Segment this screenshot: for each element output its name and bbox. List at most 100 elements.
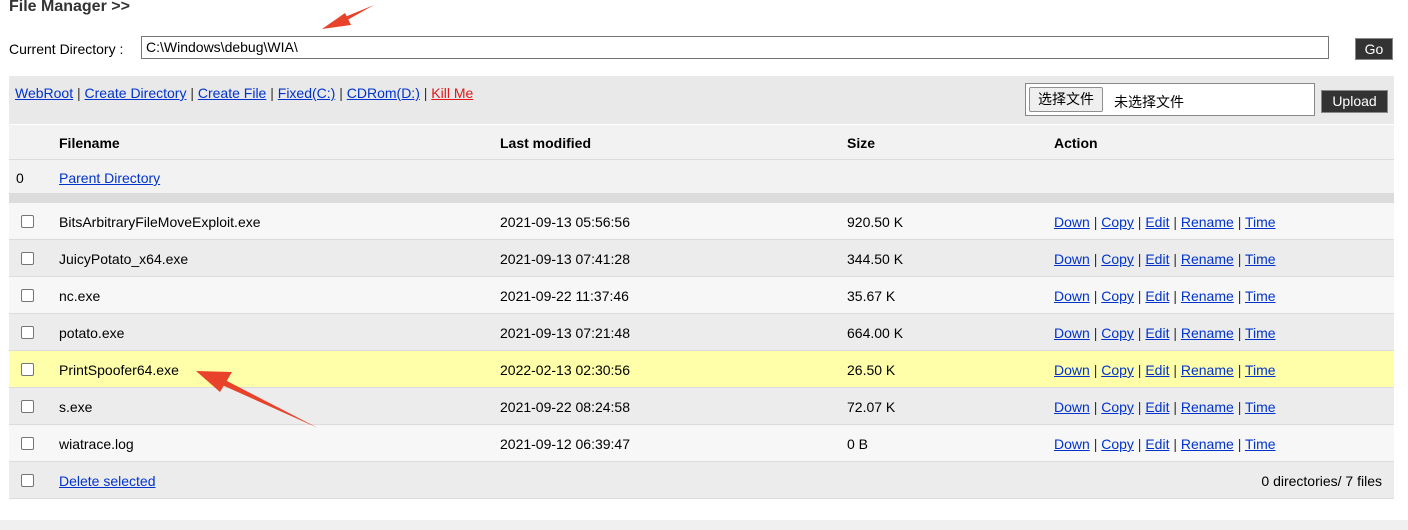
file-name: PrintSpoofer64.exe	[59, 362, 179, 378]
action-time-link[interactable]: Time	[1245, 436, 1276, 452]
action-edit-link[interactable]: Edit	[1145, 436, 1169, 452]
action-time-link[interactable]: Time	[1245, 214, 1276, 230]
table-footer: Delete selected 0 directories/ 7 files	[9, 462, 1394, 499]
file-name: JuicyPotato_x64.exe	[59, 251, 189, 267]
action-edit-link[interactable]: Edit	[1145, 399, 1169, 415]
table-row: wiatrace.log 2021-09-12 06:39:47 0 B Down |…	[9, 425, 1394, 462]
file-actions: Down | Copy | Edit | Rename | Time	[1054, 362, 1276, 378]
action-down-link[interactable]: Down	[1054, 214, 1090, 230]
file-name: BitsArbitraryFileMoveExploit.exe	[59, 214, 261, 230]
action-rename-link[interactable]: Rename	[1181, 251, 1234, 267]
file-count-summary: 0 directories/ 7 files	[1261, 473, 1382, 489]
action-copy-link[interactable]: Copy	[1101, 362, 1134, 378]
choose-file-button[interactable]: 选择文件	[1029, 87, 1103, 112]
table-row: potato.exe 2021-09-13 07:21:48 664.00 K Dow…	[9, 314, 1394, 351]
file-name: s.exe	[59, 399, 93, 415]
cdrom-d-drive-link[interactable]: CDRom(D:)	[347, 85, 420, 101]
file-actions: Down | Copy | Edit | Rename | Time	[1054, 436, 1276, 452]
separator: |	[1093, 251, 1098, 267]
action-time-link[interactable]: Time	[1245, 325, 1276, 341]
action-edit-link[interactable]: Edit	[1145, 362, 1169, 378]
row-checkbox[interactable]	[21, 437, 34, 450]
select-all-checkbox[interactable]	[21, 474, 34, 487]
separator: |	[1093, 399, 1098, 415]
file-chooser: 选择文件 未选择文件	[1025, 83, 1315, 116]
current-directory-input[interactable]: C:\Windows\debug\WIA\	[141, 36, 1329, 59]
kill-me-link[interactable]: Kill Me	[431, 85, 473, 101]
row-checkbox[interactable]	[21, 252, 34, 265]
action-edit-link[interactable]: Edit	[1145, 251, 1169, 267]
separator: |	[1137, 436, 1142, 452]
separator: |	[1137, 288, 1142, 304]
row-checkbox[interactable]	[21, 215, 34, 228]
action-rename-link[interactable]: Rename	[1181, 288, 1234, 304]
action-copy-link[interactable]: Copy	[1101, 325, 1134, 341]
file-last-modified: 2021-09-22 08:24:58	[500, 399, 630, 415]
action-down-link[interactable]: Down	[1054, 436, 1090, 452]
action-down-link[interactable]: Down	[1054, 325, 1090, 341]
file-last-modified: 2021-09-13 07:21:48	[500, 325, 630, 341]
file-name: nc.exe	[59, 288, 101, 304]
row-checkbox[interactable]	[21, 289, 34, 302]
table-header: Filename Last modified Size Action	[9, 125, 1394, 160]
action-copy-link[interactable]: Copy	[1101, 214, 1134, 230]
row-checkbox[interactable]	[21, 363, 34, 376]
separator: |	[1173, 436, 1177, 452]
webroot-link[interactable]: WebRoot	[15, 85, 73, 101]
fixed-c-drive-link[interactable]: Fixed(C:)	[278, 85, 336, 101]
column-last-modified: Last modified	[500, 135, 592, 151]
file-actions: Down | Copy | Edit | Rename | Time	[1054, 214, 1276, 230]
file-name: potato.exe	[59, 325, 125, 341]
create-file-link[interactable]: Create File	[198, 85, 266, 101]
action-copy-link[interactable]: Copy	[1101, 399, 1134, 415]
file-table: Filename Last modified Size Action 0 Par…	[9, 125, 1394, 499]
action-time-link[interactable]: Time	[1245, 288, 1276, 304]
action-rename-link[interactable]: Rename	[1181, 325, 1234, 341]
table-row: nc.exe 2021-09-22 11:37:46 35.67 K Down | C…	[9, 277, 1394, 314]
column-size: Size	[847, 135, 876, 151]
create-directory-link[interactable]: Create Directory	[85, 85, 187, 101]
go-button[interactable]: Go	[1355, 38, 1393, 60]
file-last-modified: 2021-09-13 05:56:56	[500, 214, 630, 230]
separator: |	[1093, 214, 1098, 230]
separator: |	[1137, 325, 1142, 341]
action-down-link[interactable]: Down	[1054, 251, 1090, 267]
action-time-link[interactable]: Time	[1245, 399, 1276, 415]
action-down-link[interactable]: Down	[1054, 362, 1090, 378]
action-down-link[interactable]: Down	[1054, 399, 1090, 415]
action-copy-link[interactable]: Copy	[1101, 436, 1134, 452]
page-title: File Manager >>	[9, 0, 130, 15]
separator: |	[1137, 214, 1142, 230]
action-rename-link[interactable]: Rename	[1181, 362, 1234, 378]
action-edit-link[interactable]: Edit	[1145, 214, 1169, 230]
file-size: 0 B	[847, 436, 869, 452]
separator: |	[1173, 362, 1177, 378]
table-row: PrintSpoofer64.exe 2022-02-13 02:30:56 26.…	[9, 351, 1394, 388]
action-edit-link[interactable]: Edit	[1145, 288, 1169, 304]
delete-selected-link[interactable]: Delete selected	[59, 473, 156, 489]
separator: |	[1093, 288, 1098, 304]
action-time-link[interactable]: Time	[1245, 362, 1276, 378]
parent-directory-link[interactable]: Parent Directory	[59, 170, 160, 186]
separator: |	[1137, 251, 1142, 267]
action-time-link[interactable]: Time	[1245, 251, 1276, 267]
separator: |	[1237, 325, 1242, 341]
upload-button[interactable]: Upload	[1321, 90, 1388, 113]
row-checkbox[interactable]	[21, 400, 34, 413]
separator: |	[1237, 214, 1242, 230]
action-copy-link[interactable]: Copy	[1101, 251, 1134, 267]
action-down-link[interactable]: Down	[1054, 288, 1090, 304]
separator: |	[339, 85, 347, 101]
page-bottom-strip	[0, 520, 1408, 530]
action-rename-link[interactable]: Rename	[1181, 214, 1234, 230]
action-copy-link[interactable]: Copy	[1101, 288, 1134, 304]
action-edit-link[interactable]: Edit	[1145, 325, 1169, 341]
action-rename-link[interactable]: Rename	[1181, 436, 1234, 452]
file-actions: Down | Copy | Edit | Rename | Time	[1054, 325, 1276, 341]
file-actions: Down | Copy | Edit | Rename | Time	[1054, 251, 1276, 267]
file-size: 35.67 K	[847, 288, 896, 304]
row-checkbox[interactable]	[21, 326, 34, 339]
separator: |	[270, 85, 278, 101]
file-size: 26.50 K	[847, 362, 896, 378]
action-rename-link[interactable]: Rename	[1181, 399, 1234, 415]
